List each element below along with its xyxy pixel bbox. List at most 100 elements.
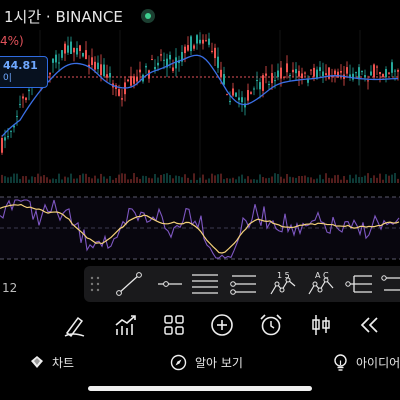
candle-body (28, 89, 30, 92)
rewind-icon[interactable] (356, 312, 382, 338)
candle-body (76, 48, 78, 55)
abcd-pattern-tool-icon[interactable]: A C (306, 270, 336, 298)
candle-body (376, 66, 378, 68)
candle-body (160, 54, 162, 56)
candle-body (172, 67, 174, 71)
volume-bar (136, 177, 138, 183)
tab-chart[interactable]: 차트 (30, 351, 74, 373)
volume-bar (211, 173, 213, 183)
volume-bar (301, 176, 303, 183)
volume-bar (346, 179, 348, 183)
candle-body (130, 76, 132, 86)
candle-body (241, 97, 243, 103)
candle-body (382, 73, 384, 77)
volume-bar (64, 176, 66, 183)
price-label-box[interactable]: 44.81 0| (0, 56, 48, 88)
candle-body (247, 90, 249, 101)
home-indicator[interactable] (88, 386, 312, 391)
volume-bar (94, 175, 96, 183)
volume-bar (274, 173, 276, 183)
volume-bar (226, 178, 228, 183)
volume-bar (271, 176, 273, 183)
volume-bar (265, 178, 267, 183)
volume-bar (292, 177, 294, 183)
tab-ideas-label: 아이디어 (356, 355, 400, 370)
volume-bar (160, 174, 162, 183)
volume-bar (52, 178, 54, 183)
candle-body (151, 59, 153, 61)
alarm-icon[interactable] (258, 312, 284, 338)
candle-body (316, 69, 318, 79)
volume-bar (73, 178, 75, 183)
candle-body (271, 73, 273, 84)
rsi-pane[interactable] (0, 196, 400, 260)
candle-body (193, 45, 195, 49)
draw-icon[interactable] (62, 312, 88, 338)
layout-icon[interactable] (161, 312, 187, 338)
add-icon[interactable] (209, 312, 235, 338)
volume-bar (115, 177, 117, 183)
volume-bar (112, 179, 114, 183)
volume-bar (154, 174, 156, 183)
price-sub-label: 0| (3, 73, 12, 83)
tab-explore-label: 알아 보기 (195, 355, 243, 370)
candle-body (118, 89, 120, 96)
volume-bar (79, 175, 81, 183)
trend-line-tool-icon[interactable] (114, 270, 144, 298)
volume-bar (325, 173, 327, 183)
volume-bar (241, 174, 243, 183)
candle-body (319, 67, 321, 71)
measure-tool-icon[interactable] (378, 270, 400, 298)
tab-ideas[interactable]: 아이디어 (333, 351, 400, 373)
volume-bar (283, 178, 285, 183)
pitchfork-tool-icon[interactable] (344, 270, 374, 298)
volume-bar (298, 176, 300, 183)
volume-bar (190, 179, 192, 183)
candle-body (199, 39, 201, 44)
volume-bar (85, 173, 87, 183)
candle-body (283, 76, 285, 78)
volume-bar (361, 176, 363, 183)
candle-body (184, 46, 186, 54)
fib-retracement-tool-icon[interactable] (228, 270, 258, 298)
indicators-icon[interactable] (113, 312, 139, 338)
symbol-title[interactable]: 1시간 · BINANCE (4, 6, 123, 27)
candle-body (67, 45, 69, 53)
candles-icon[interactable] (308, 312, 334, 338)
horizontal-ray-tool-icon[interactable] (154, 270, 184, 298)
price-chart[interactable] (0, 0, 400, 270)
volume-bar (373, 175, 375, 183)
candle-body (256, 80, 258, 82)
candle-body (367, 80, 369, 82)
candle-body (22, 96, 24, 99)
volume-bar (259, 174, 261, 183)
volume-bar (193, 173, 195, 183)
volume-bar (244, 178, 246, 183)
volume-bar (349, 174, 351, 183)
drag-handle-icon[interactable] (90, 275, 100, 293)
candle-body (274, 80, 276, 82)
candle-body (298, 70, 300, 77)
candle-body (304, 72, 306, 74)
candle-body (49, 73, 51, 75)
candle-body (337, 71, 339, 78)
volume-bar (322, 179, 324, 183)
candle-body (187, 45, 189, 51)
elliott-wave-tool-icon[interactable]: 1 5 (268, 270, 298, 298)
volume-bar (91, 178, 93, 183)
candle-body (379, 71, 381, 75)
candle-body (97, 62, 99, 70)
candle-body (355, 72, 357, 74)
lightbulb-icon (334, 353, 347, 371)
candle-body (226, 94, 228, 96)
volume-bar (289, 176, 291, 183)
volume-bar (181, 177, 183, 183)
volume-bar (124, 173, 126, 183)
volume-bar (61, 179, 63, 183)
candle-body (214, 47, 216, 59)
volume-bar (4, 176, 6, 183)
parallel-channel-tool-icon[interactable] (190, 270, 220, 298)
candle-body (394, 70, 396, 72)
tab-explore[interactable]: 알아 보기 (170, 351, 243, 373)
volume-bar (352, 178, 354, 183)
